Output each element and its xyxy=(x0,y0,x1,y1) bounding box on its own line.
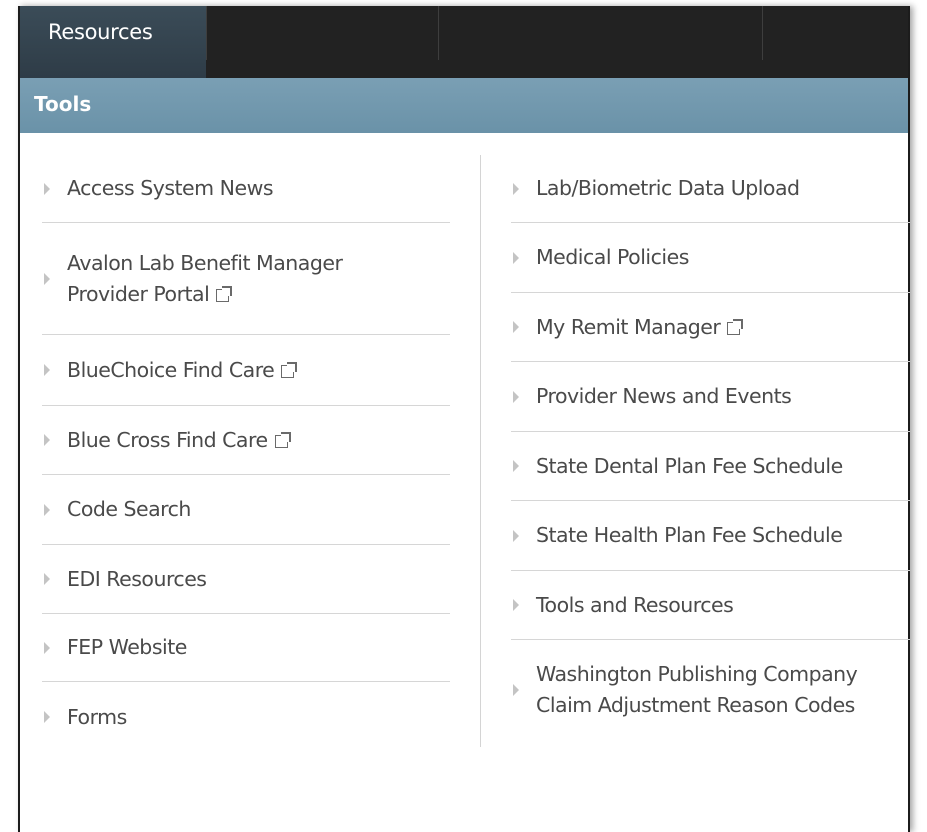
column-divider xyxy=(480,155,481,747)
menu-link-label: FEP Website xyxy=(67,635,187,659)
top-navigation: Resources xyxy=(20,6,908,78)
nav-separator xyxy=(762,6,763,60)
arrow-right-icon xyxy=(44,503,50,516)
menu-link-label: EDI Resources xyxy=(67,566,207,591)
arrow-right-icon xyxy=(44,364,50,376)
tools-links-right-column: Lab/Biometric Data Upload Medical Polici… xyxy=(511,155,910,740)
resources-menu-panel: Resources Tools Access System News Avalo… xyxy=(18,6,910,832)
menu-link-label-wrap: My Remit Manager xyxy=(536,312,744,343)
nav-separator xyxy=(438,6,439,60)
arrow-right-icon xyxy=(44,434,50,446)
menu-link[interactable]: State Health Plan Fee Schedule xyxy=(511,501,910,571)
arrow-right-icon xyxy=(513,599,519,611)
menu-link[interactable]: EDI Resources xyxy=(42,545,450,614)
menu-link-label: Forms xyxy=(67,704,127,729)
menu-link-label: BlueChoice Find Care xyxy=(67,357,275,382)
menu-link-label: Access System News xyxy=(67,176,274,200)
external-link-icon xyxy=(274,431,291,448)
menu-link-label: State Health Plan Fee Schedule xyxy=(536,523,843,547)
menu-link[interactable]: Medical Policies xyxy=(511,223,910,293)
menu-link[interactable]: Avalon Lab Benefit Manager Provider Port… xyxy=(42,223,450,335)
menu-link[interactable]: State Dental Plan Fee Schedule xyxy=(511,432,910,501)
menu-link-label: Avalon Lab Benefit Manager Provider Port… xyxy=(67,250,343,306)
tools-links-left-column: Access System News Avalon Lab Benefit Ma… xyxy=(42,155,450,752)
menu-link-label: Lab/Biometric Data Upload xyxy=(536,176,800,200)
arrow-right-icon xyxy=(513,684,519,696)
arrow-right-icon xyxy=(513,251,519,264)
external-link-icon xyxy=(727,318,744,335)
arrow-right-icon xyxy=(44,641,50,654)
menu-link[interactable]: Lab/Biometric Data Upload xyxy=(511,155,910,223)
menu-link-label: State Dental Plan Fee Schedule xyxy=(536,453,843,478)
arrow-right-icon xyxy=(44,711,50,723)
arrow-right-icon xyxy=(44,573,50,585)
menu-link[interactable]: Blue Cross Find Care xyxy=(42,406,450,475)
menu-link-label: Code Search xyxy=(67,497,191,521)
arrow-right-icon xyxy=(513,390,519,403)
arrow-right-icon xyxy=(44,272,50,285)
menu-link-label-wrap: BlueChoice Find Care xyxy=(67,355,298,386)
arrow-right-icon xyxy=(513,529,519,542)
external-link-icon xyxy=(216,285,233,302)
menu-link-label: Tools and Resources xyxy=(536,592,734,617)
menu-link-label: My Remit Manager xyxy=(536,314,721,339)
menu-link[interactable]: Washington Publishing Company Claim Adju… xyxy=(511,640,910,740)
section-title: Tools xyxy=(34,92,92,116)
menu-link[interactable]: My Remit Manager xyxy=(511,293,910,362)
external-link-icon xyxy=(281,361,298,378)
section-header: Tools xyxy=(20,78,908,133)
arrow-right-icon xyxy=(513,321,519,333)
menu-link-label: Washington Publishing Company Claim Adju… xyxy=(536,662,858,717)
menu-link[interactable]: BlueChoice Find Care xyxy=(42,335,450,406)
menu-link-label: Medical Policies xyxy=(536,245,689,269)
menu-link[interactable]: Code Search xyxy=(42,475,450,545)
menu-link-label: Provider News and Events xyxy=(536,384,792,408)
arrow-right-icon xyxy=(44,182,50,195)
nav-separator xyxy=(206,6,207,60)
menu-link-label-wrap: Avalon Lab Benefit Manager Provider Port… xyxy=(67,248,397,310)
tab-resources-label: Resources xyxy=(48,20,153,44)
menu-link[interactable]: Forms xyxy=(42,682,450,752)
arrow-right-icon xyxy=(513,460,519,472)
menu-link[interactable]: Provider News and Events xyxy=(511,362,910,432)
menu-link-label: Blue Cross Find Care xyxy=(67,427,268,452)
menu-link[interactable]: Tools and Resources xyxy=(511,571,910,640)
menu-link[interactable]: FEP Website xyxy=(42,614,450,682)
menu-link-label-wrap: Blue Cross Find Care xyxy=(67,425,291,456)
tab-resources[interactable]: Resources xyxy=(20,6,206,78)
arrow-right-icon xyxy=(513,182,519,195)
menu-link[interactable]: Access System News xyxy=(42,155,450,223)
